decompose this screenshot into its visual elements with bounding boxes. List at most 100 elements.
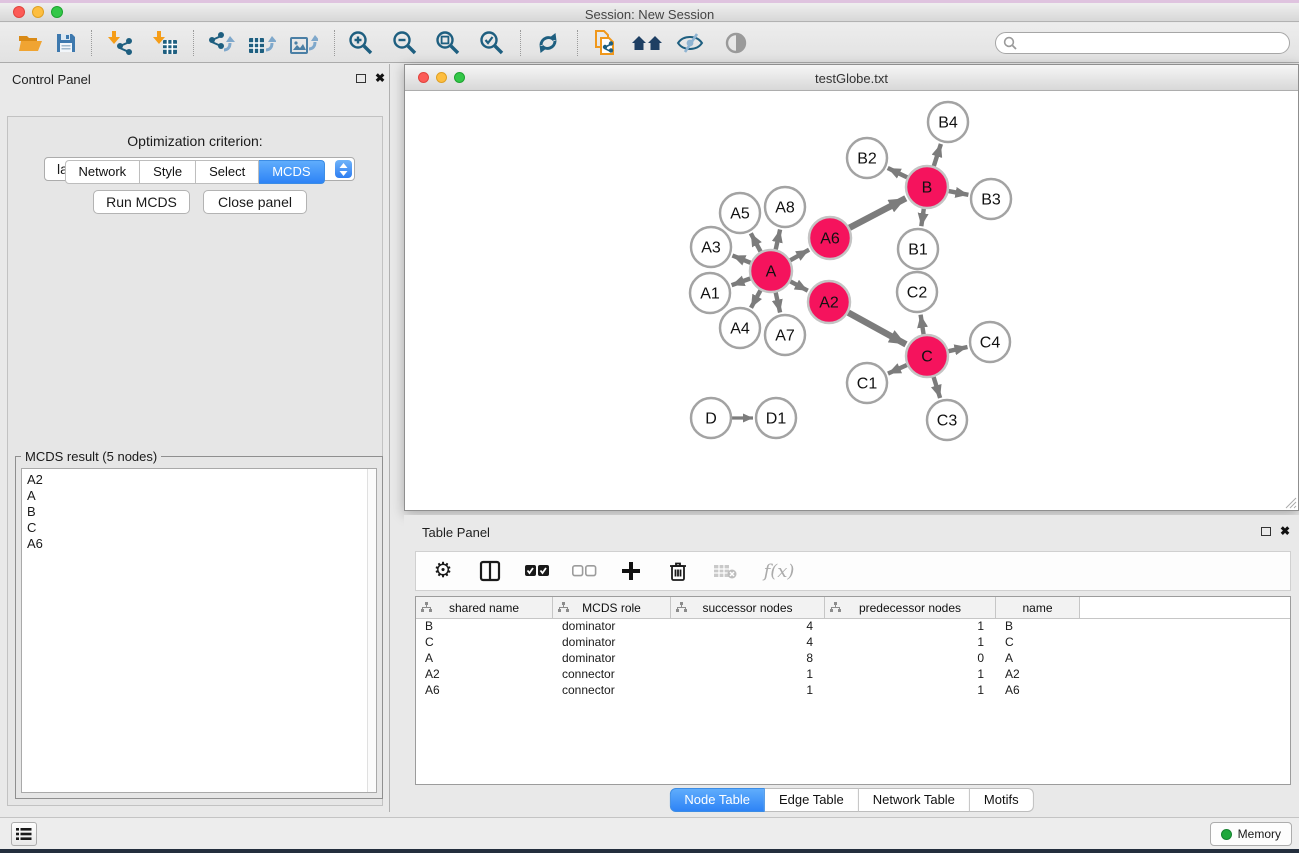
- graph-edge[interactable]: [949, 191, 969, 195]
- result-item[interactable]: B: [27, 504, 376, 520]
- open-file-button[interactable]: [14, 28, 46, 58]
- refresh-button[interactable]: [532, 28, 564, 58]
- delete-row-button[interactable]: [665, 557, 691, 585]
- table-cell[interactable]: A2: [416, 667, 553, 683]
- table-cell[interactable]: B: [996, 619, 1080, 635]
- column-header[interactable]: predecessor nodes: [825, 597, 996, 618]
- zoom-fit-button[interactable]: [432, 28, 464, 58]
- graph-edge[interactable]: [949, 347, 968, 351]
- table-row[interactable]: Cdominator41C: [416, 635, 1290, 651]
- close-panel-button[interactable]: Close panel: [203, 190, 307, 214]
- table-cell[interactable]: 1: [825, 683, 996, 699]
- tab-select[interactable]: Select: [196, 160, 259, 184]
- table-row[interactable]: A6connector11A6: [416, 683, 1290, 699]
- table-cell[interactable]: A6: [996, 683, 1080, 699]
- table-cell[interactable]: C: [416, 635, 553, 651]
- graph-node-C3[interactable]: C3: [927, 400, 967, 440]
- graph-edge[interactable]: [888, 168, 908, 177]
- table-cell[interactable]: 4: [671, 619, 825, 635]
- graph-node-B3[interactable]: B3: [971, 179, 1011, 219]
- node-table[interactable]: shared nameMCDS rolesuccessor nodesprede…: [415, 596, 1291, 785]
- function-builder-button[interactable]: f(x): [759, 557, 799, 585]
- result-item[interactable]: A: [27, 488, 376, 504]
- table-cell[interactable]: B: [416, 619, 553, 635]
- column-header[interactable]: successor nodes: [671, 597, 825, 618]
- table-cell[interactable]: dominator: [553, 635, 671, 651]
- graph-node-C4[interactable]: C4: [970, 322, 1010, 362]
- run-mcds-button[interactable]: Run MCDS: [93, 190, 190, 214]
- network-window-titlebar[interactable]: testGlobe.txt: [405, 65, 1298, 91]
- graph-node-A1[interactable]: A1: [690, 273, 730, 313]
- table-row[interactable]: Adominator80A: [416, 651, 1290, 667]
- zoom-in-button[interactable]: [345, 28, 377, 58]
- table-cell[interactable]: 1: [825, 635, 996, 651]
- zoom-out-button[interactable]: [389, 28, 421, 58]
- table-cell[interactable]: connector: [553, 667, 671, 683]
- tab-edge-table[interactable]: Edge Table: [765, 788, 859, 812]
- export-table-button[interactable]: [246, 28, 278, 58]
- table-cell[interactable]: A6: [416, 683, 553, 699]
- graph-edge[interactable]: [751, 290, 761, 308]
- graph-node-A2[interactable]: A2: [808, 281, 850, 323]
- graph-node-A8[interactable]: A8: [765, 187, 805, 227]
- graph-node-B1[interactable]: B1: [898, 229, 938, 269]
- table-float-icon[interactable]: [1261, 527, 1271, 536]
- graph-node-C[interactable]: C: [906, 335, 948, 377]
- add-row-button[interactable]: [618, 557, 644, 585]
- result-scrollbar[interactable]: [367, 469, 376, 792]
- graph-node-B2[interactable]: B2: [847, 138, 887, 178]
- close-panel-icon[interactable]: ✖: [375, 73, 385, 83]
- graph-edge[interactable]: [751, 233, 761, 251]
- table-cell[interactable]: dominator: [553, 619, 671, 635]
- table-row[interactable]: A2connector11A2: [416, 667, 1290, 683]
- table-cell[interactable]: 1: [671, 667, 825, 683]
- tab-network-table[interactable]: Network Table: [859, 788, 970, 812]
- graph-edge[interactable]: [921, 315, 924, 335]
- export-network-button[interactable]: [206, 28, 238, 58]
- show-columns-button[interactable]: [477, 557, 503, 585]
- graph-node-A[interactable]: A: [750, 250, 792, 292]
- float-panel-icon[interactable]: [356, 74, 366, 83]
- export-image-button[interactable]: [288, 28, 320, 58]
- table-cell[interactable]: 8: [671, 651, 825, 667]
- graph-edge[interactable]: [776, 230, 780, 250]
- graph-node-D[interactable]: D: [691, 398, 731, 438]
- table-cell[interactable]: connector: [553, 683, 671, 699]
- result-item[interactable]: A2: [27, 472, 376, 488]
- clone-network-button[interactable]: [589, 28, 621, 58]
- import-network-button[interactable]: [104, 28, 136, 58]
- search-input[interactable]: [995, 32, 1290, 54]
- table-cell[interactable]: dominator: [553, 651, 671, 667]
- graph-node-A6[interactable]: A6: [809, 217, 851, 259]
- task-history-button[interactable]: [11, 822, 37, 846]
- table-row[interactable]: Bdominator41B: [416, 619, 1290, 635]
- save-session-button[interactable]: [50, 28, 82, 58]
- table-settings-button[interactable]: ⚙: [430, 557, 456, 585]
- graph-edge[interactable]: [732, 279, 751, 286]
- graph-edge[interactable]: [790, 281, 807, 290]
- tab-mcds[interactable]: MCDS: [259, 160, 324, 184]
- memory-button[interactable]: Memory: [1210, 822, 1292, 846]
- table-cell[interactable]: A: [996, 651, 1080, 667]
- network-graph[interactable]: B4B2BB3A8A5A6A3B1AC2A1A2A4A7C4CC1DD1C3: [405, 91, 1298, 510]
- graph-edge[interactable]: [934, 144, 941, 166]
- result-item[interactable]: C: [27, 520, 376, 536]
- graph-edge[interactable]: [921, 209, 924, 226]
- deselect-all-button[interactable]: [571, 557, 597, 585]
- table-close-icon[interactable]: ✖: [1280, 526, 1290, 536]
- graph-node-B4[interactable]: B4: [928, 102, 968, 142]
- graph-node-C2[interactable]: C2: [897, 272, 937, 312]
- graph-edge[interactable]: [848, 313, 906, 345]
- graph-node-B[interactable]: B: [906, 166, 948, 208]
- graph-node-A7[interactable]: A7: [765, 315, 805, 355]
- delete-table-button[interactable]: [712, 557, 738, 585]
- graph-edge[interactable]: [732, 256, 750, 263]
- graph-node-A3[interactable]: A3: [691, 227, 731, 267]
- graph-node-A5[interactable]: A5: [720, 193, 760, 233]
- graph-edge[interactable]: [776, 293, 780, 313]
- tab-network[interactable]: Network: [64, 160, 140, 184]
- select-all-button[interactable]: [524, 557, 550, 585]
- table-cell[interactable]: C: [996, 635, 1080, 651]
- zoom-selected-button[interactable]: [476, 28, 508, 58]
- tab-motifs[interactable]: Motifs: [970, 788, 1034, 812]
